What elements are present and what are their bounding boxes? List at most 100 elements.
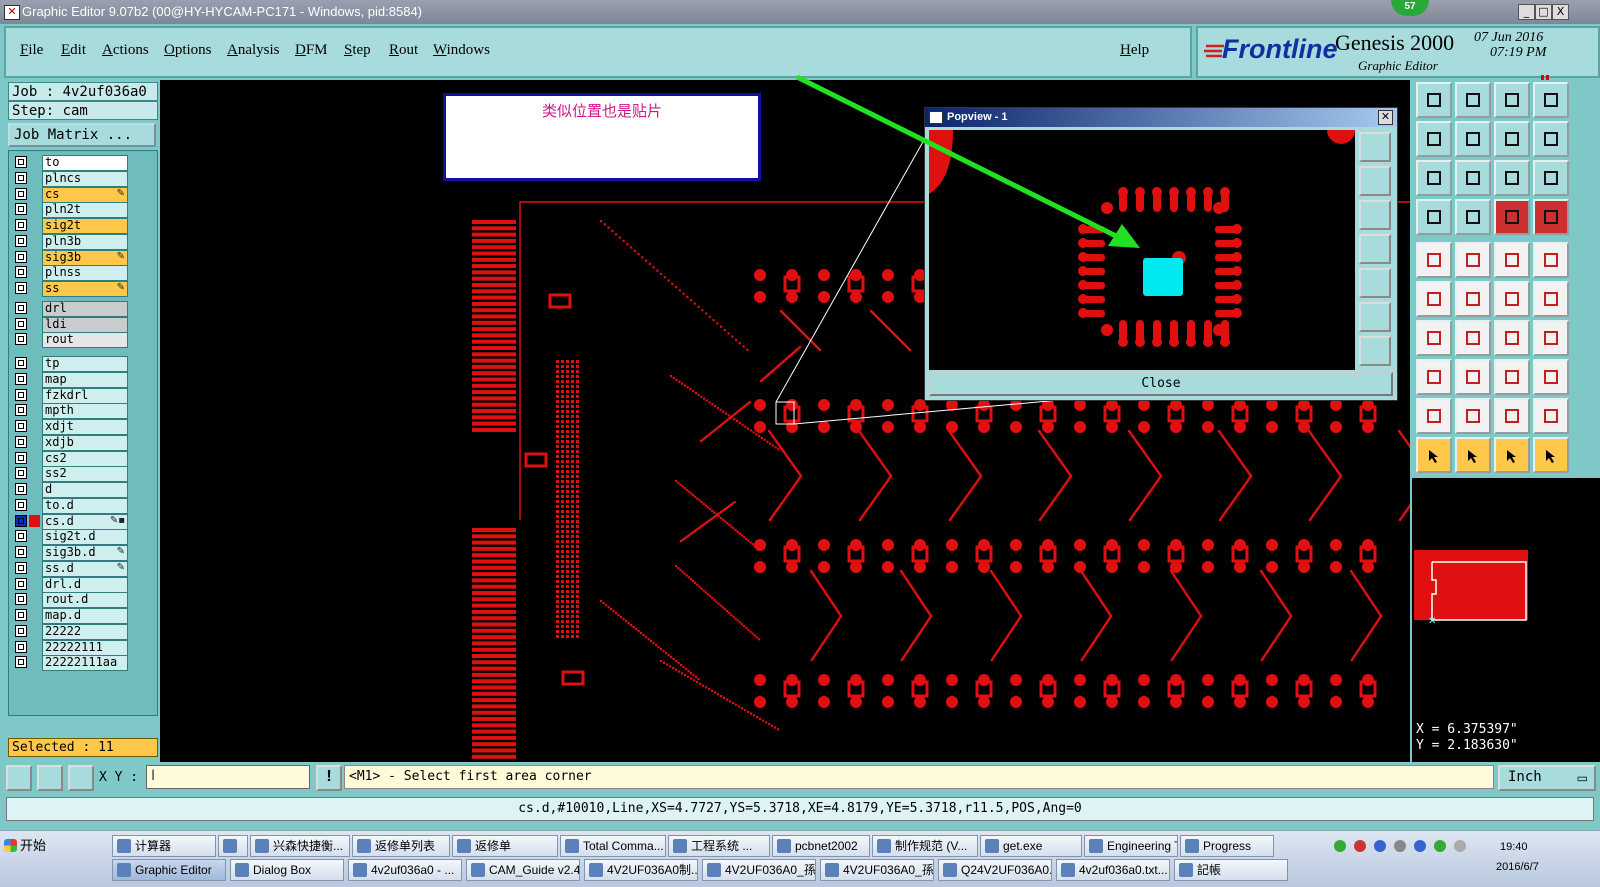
layer-name[interactable]: cs ✎: [42, 186, 128, 203]
layer-row-sig3b[interactable]: sig3b ✎: [9, 249, 155, 266]
layer-checkbox[interactable]: [15, 451, 27, 464]
layer-row-to-d[interactable]: to.d: [9, 497, 155, 514]
layer-name[interactable]: 22222: [42, 623, 128, 640]
popview-pan-left-icon[interactable]: [1359, 234, 1391, 264]
help-icon[interactable]: [1533, 160, 1569, 196]
select-more-icon[interactable]: [1533, 437, 1569, 473]
layer-checkbox[interactable]: [15, 156, 27, 168]
window-icon[interactable]: [1533, 82, 1569, 118]
layer-checkbox[interactable]: [15, 609, 27, 621]
layer-name[interactable]: 22222111: [42, 639, 128, 656]
scale-icon[interactable]: [1494, 160, 1530, 196]
layer-name[interactable]: pln2t: [42, 202, 128, 219]
taskbar-item[interactable]: CAM_Guide v2.40: [466, 859, 580, 881]
drill-icon[interactable]: [1455, 199, 1491, 235]
line-move-icon[interactable]: [1455, 320, 1491, 356]
layer-name[interactable]: ldi: [42, 316, 128, 333]
layer-name[interactable]: 22222111aa: [42, 655, 128, 672]
layer-row-rout-d[interactable]: rout.d: [9, 592, 155, 609]
taskbar-item[interactable]: 返修单列表: [352, 835, 450, 857]
layer-row-cs[interactable]: cs ✎: [9, 186, 155, 203]
pan-bottom-icon[interactable]: [1455, 82, 1491, 118]
alert-icon[interactable]: !: [316, 765, 342, 791]
layer-checkbox[interactable]: [15, 640, 27, 653]
menu-windows[interactable]: Windows: [433, 42, 490, 59]
grid-icon[interactable]: [68, 765, 94, 791]
surface-icon[interactable]: [1416, 359, 1452, 395]
menu-analysis[interactable]: Analysis: [227, 42, 280, 59]
zoom-height-icon[interactable]: [1455, 160, 1491, 196]
xy-input[interactable]: I: [146, 765, 310, 789]
layer-checkbox[interactable]: [15, 187, 27, 200]
taskbar-item[interactable]: 記帳: [1174, 859, 1288, 881]
measure-icon[interactable]: [37, 765, 63, 791]
popview-pan-right-icon[interactable]: [1359, 268, 1391, 298]
layer-row-22222[interactable]: 22222: [9, 623, 155, 640]
rout-icon[interactable]: [1533, 320, 1569, 356]
popview-fit-icon[interactable]: [1359, 336, 1391, 366]
layer-checkbox[interactable]: [15, 404, 27, 417]
layer-row-cs2[interactable]: cs2: [9, 450, 155, 467]
layer-row-ss[interactable]: ss ✎: [9, 281, 155, 297]
taskbar-item[interactable]: 4v2uf036a0 - ...: [348, 859, 462, 881]
layer-row-ss-d[interactable]: ss.d ✎: [9, 560, 155, 577]
menu-file[interactable]: File: [20, 42, 43, 59]
layer-checkbox[interactable]: [15, 250, 27, 263]
layer-checkbox[interactable]: [15, 546, 27, 558]
snap-points-icon[interactable]: [1494, 199, 1530, 235]
line-cut-icon[interactable]: [1455, 359, 1491, 395]
popview-close-icon[interactable]: ✕: [1378, 110, 1393, 125]
taskbar-item[interactable]: 计算器: [112, 835, 216, 857]
close-button[interactable]: X: [1552, 4, 1569, 20]
layer-row-to[interactable]: to: [9, 155, 155, 171]
layer-name[interactable]: sig3b.d ✎: [42, 545, 128, 561]
taskbar-item[interactable]: 工程系统 ...: [668, 835, 770, 857]
layer-name[interactable]: plncs: [42, 170, 128, 187]
taskbar-item[interactable]: Engineering T...: [1084, 835, 1178, 857]
layer-name[interactable]: ss.d ✎: [42, 560, 128, 577]
connect-icon[interactable]: [1416, 281, 1452, 317]
taskbar-item[interactable]: 制作规范 (V...: [872, 835, 978, 857]
layer-name[interactable]: tp: [42, 356, 128, 372]
layer-name[interactable]: sig2t.d: [42, 529, 128, 546]
layer-name[interactable]: map.d: [42, 608, 128, 624]
layer-row-pln2t[interactable]: pln2t: [9, 202, 155, 219]
layer-name[interactable]: mpth: [42, 403, 128, 420]
contour-icon[interactable]: [1533, 359, 1569, 395]
maximize-button[interactable]: □: [1535, 4, 1552, 20]
layer-row-map[interactable]: map: [9, 371, 155, 388]
layer-name[interactable]: ss ✎: [42, 281, 128, 297]
menu-help[interactable]: Help: [1120, 42, 1149, 59]
taskbar-item[interactable]: Dialog Box: [230, 859, 344, 881]
select-icon[interactable]: [1416, 437, 1452, 473]
polygon-icon[interactable]: [1455, 398, 1491, 434]
layer-row-rout[interactable]: rout: [9, 332, 155, 349]
popview-close-button[interactable]: Close: [929, 372, 1393, 396]
unit-selector[interactable]: Inch ▭: [1498, 765, 1596, 791]
layer-checkbox[interactable]: [15, 435, 27, 448]
taskbar-item[interactable]: Progress: [1180, 835, 1274, 857]
triangle-icon[interactable]: [1416, 398, 1452, 434]
layer-name[interactable]: rout.d: [42, 592, 128, 609]
layer-row-d[interactable]: d: [9, 482, 155, 498]
layer-row-sig2t-d[interactable]: sig2t.d: [9, 529, 155, 546]
layer-checkbox[interactable]: [15, 282, 27, 294]
layer-name[interactable]: xdjt: [42, 419, 128, 435]
layer-name[interactable]: drl: [42, 300, 128, 317]
home-icon[interactable]: [1494, 82, 1530, 118]
arc-add-icon[interactable]: [1494, 281, 1530, 317]
layer-row-22222111aa[interactable]: 22222111aa: [9, 655, 155, 672]
taskbar-item[interactable]: pcbnet2002: [772, 835, 870, 857]
snap-icon[interactable]: [6, 765, 32, 791]
layer-checkbox[interactable]: [15, 514, 27, 527]
layer-checkbox[interactable]: [15, 171, 27, 184]
layer-checkbox[interactable]: [15, 388, 27, 401]
layer-checkbox[interactable]: [15, 333, 27, 346]
layer-name[interactable]: ss2: [42, 466, 128, 483]
taskbar-item[interactable]: Graphic Editor: [112, 859, 226, 881]
layer-checkbox[interactable]: [15, 561, 27, 574]
layer-checkbox[interactable]: [15, 234, 27, 247]
menu-dfm[interactable]: DFM: [295, 42, 328, 59]
popview-pan-up-icon[interactable]: [1359, 166, 1391, 196]
taskbar-item[interactable]: Q24V2UF036A0...: [938, 859, 1052, 881]
